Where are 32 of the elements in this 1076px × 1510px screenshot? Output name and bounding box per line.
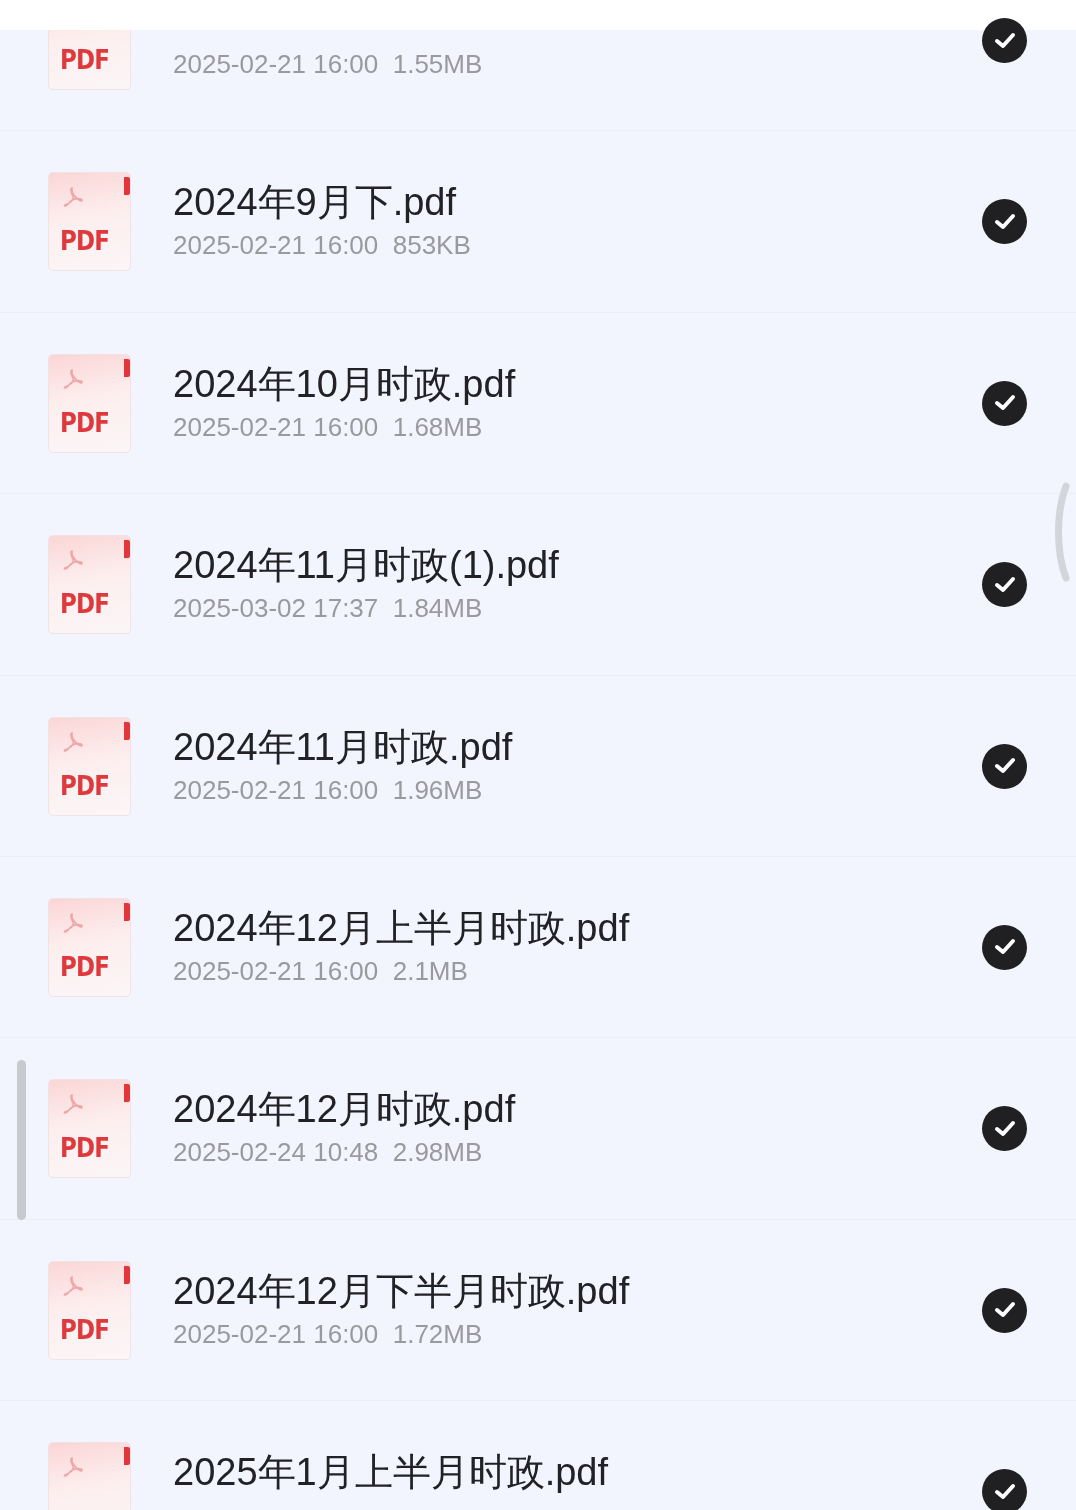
file-row[interactable]: 2025年1月上半月时政.pdf [0,1401,1076,1510]
file-type-label: PDF [60,1315,109,1343]
file-row[interactable]: PDF 2024年11月时政(1).pdf 2025-03-02 17:37 1.84MB [0,494,1076,676]
file-row[interactable]: PDF 2024年11月时政.pdf 2025-02-21 16:00 1.96MB [0,675,1076,857]
file-type-label: PDF [60,408,109,436]
file-type-label: PDF [60,46,109,73]
file-name: 2024年12月上半月时政.pdf [173,905,630,951]
file-row[interactable]: PDF 2024年10月时政.pdf 2025-02-21 16:00 1.68MB [0,312,1076,495]
file-row[interactable]: PDF 2025-02-21 16:00 1.55MB [0,0,1076,132]
file-name: 2025年1月上半月时政.pdf [173,1450,609,1496]
file-name: 2024年11月时政(1).pdf [173,543,559,589]
file-type-label: PDF [60,590,109,618]
file-details: 2025-02-24 10:48 2.98MB [173,1136,483,1170]
file-type-label: PDF [60,1134,109,1162]
file-name: 2024年11月时政.pdf [173,724,513,770]
file-name: 2024年12月时政.pdf [173,1087,516,1133]
file-details: 2025-02-21 16:00 853KB [173,229,471,263]
file-details: 2025-02-21 16:00 1.96MB [173,773,483,807]
file-details: 2025-02-21 16:00 1.72MB [173,1317,483,1351]
file-row[interactable]: PDF 2024年12月上半月时政.pdf 2025-02-21 16:00 2.1MB [0,856,1076,1039]
file-details: 2025-02-21 16:00 1.68MB [173,410,483,444]
file-row[interactable]: PDF 2024年9月下.pdf 2025-02-21 16:00 853KB [0,131,1076,313]
file-details: 2025-02-21 16:00 2.1MB [173,954,468,988]
file-name: 2024年9月下.pdf [173,180,457,226]
file-details: 2025-02-21 16:00 1.55MB [173,48,483,81]
file-type-label: PDF [60,771,109,799]
file-name: 2024年12月下半月时政.pdf [173,1268,630,1314]
file-name: 2024年10月时政.pdf [173,361,516,407]
file-type-label: PDF [60,952,109,980]
file-details: 2025-03-02 17:37 1.84MB [173,592,483,626]
file-type-label: PDF [60,227,109,255]
file-row[interactable]: PDF 2024年12月下半月时政.pdf 2025-02-21 16:00 1.72MB [0,1219,1076,1402]
